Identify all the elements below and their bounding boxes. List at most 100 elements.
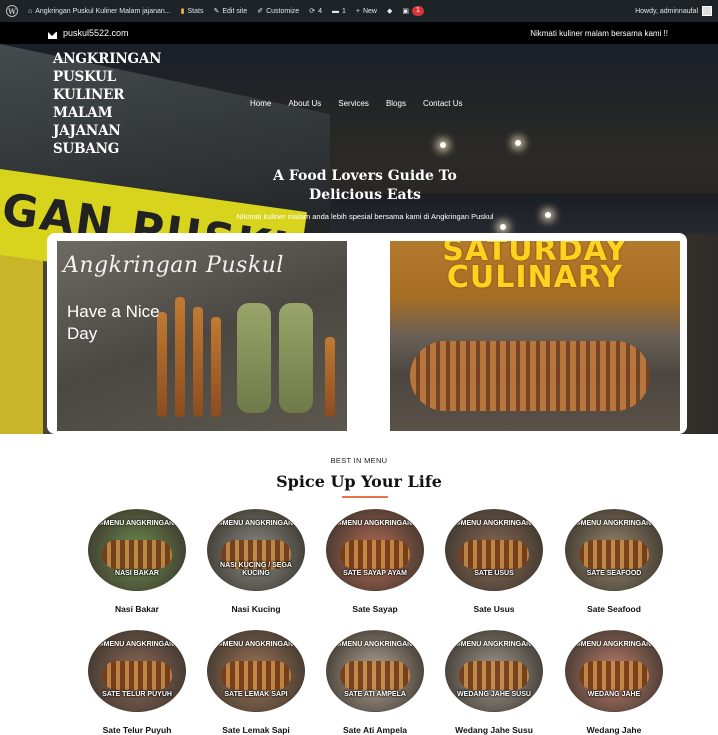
menu-item-caption: SATE TELUR PUYUH — [102, 691, 172, 698]
diamond-icon: ◆ — [386, 8, 393, 15]
main-nav: Home About Us Services Blogs Contact Us — [250, 99, 463, 108]
satay-grill — [410, 341, 650, 411]
nav-contact-us[interactable]: Contact Us — [423, 99, 463, 108]
nasi-bakar-leaf — [279, 303, 313, 413]
menu-item-caption: WEDANG JAHE — [587, 691, 641, 698]
menu-item-tag: #MENU ANGKRINGAN — [99, 641, 175, 648]
menu-item[interactable]: #MENU ANGKRINGAN WEDANG JAHE Wedang Jahe — [554, 630, 674, 735]
promo-script-title: Angkringan Puskul — [63, 253, 284, 278]
top-contact-bar: puskul5522.com Nikmati kuliner malam ber… — [0, 22, 718, 44]
hero-headline: A Food Lovers Guide To Delicious Eats — [273, 168, 457, 203]
menu-item[interactable]: #MENU ANGKRINGAN NASI BAKAR Nasi Bakar — [77, 509, 197, 614]
menu-item-food — [221, 661, 291, 691]
nav-home[interactable]: Home — [250, 99, 271, 108]
menu-item-image: #MENU ANGKRINGAN SATE LEMAK SAPI — [207, 630, 305, 712]
menu-item-label: Wedang Jahe — [586, 725, 642, 735]
menu-item-tag: #MENU ANGKRINGAN — [218, 641, 294, 648]
menu-item-food — [459, 540, 529, 570]
menu-item-image: #MENU ANGKRINGAN NASI BAKAR — [88, 509, 186, 591]
comments-link[interactable]: ▬ 1 — [332, 8, 346, 15]
menu-item-label: Sate Seafood — [587, 604, 641, 614]
envelope-icon — [48, 31, 57, 39]
comment-icon: ▬ — [331, 7, 339, 15]
menu-item-label: Nasi Bakar — [115, 604, 159, 614]
admin-bar: W ⌂ Angkringan Puskul Kuliner Malam jajan… — [0, 0, 718, 22]
menu-item-caption: SATE USUS — [474, 570, 514, 577]
promo-nice-day-text: Have a Nice Day — [67, 302, 160, 343]
menu-item-caption: NASI KUCING / SEGA KUCING — [220, 562, 292, 577]
plus-icon: + — [355, 7, 360, 15]
updates-link[interactable]: ⟳ 4 — [309, 7, 322, 16]
menu-item-label: Sate Ati Ampela — [342, 725, 408, 735]
section-kicker: BEST IN MENU — [330, 456, 388, 465]
menu-item-image: #MENU ANGKRINGAN SATE ATI AMPELA — [326, 630, 424, 712]
nav-about-us[interactable]: About Us — [288, 99, 321, 108]
title-underline — [342, 496, 388, 498]
menu-item-tag: #MENU ANGKRINGAN — [218, 520, 294, 527]
site-brand[interactable]: ANGKRINGAN PUSKUL KULINER MALAM JAJANAN … — [53, 50, 193, 158]
diamond-link[interactable]: ◆ — [387, 7, 392, 15]
menu-item-tag: #MENU ANGKRINGAN — [99, 520, 175, 527]
edit-site-link[interactable]: ✎ Edit site — [213, 7, 247, 16]
site-name-link[interactable]: ⌂ Angkringan Puskul Kuliner Malam jajanan… — [28, 8, 171, 15]
menu-item[interactable]: #MENU ANGKRINGAN WEDANG JAHE SUSU Wedang J… — [434, 630, 554, 735]
menu-item[interactable]: #MENU ANGKRINGAN SATE SEAFOOD Sate Seafood — [554, 509, 674, 614]
updates-icon: ⟳ — [309, 8, 316, 15]
nasi-bakar-leaf — [237, 303, 271, 413]
menu-item[interactable]: #MENU ANGKRINGAN SATE LEMAK SAPI Sate Lema… — [196, 630, 316, 735]
menu-item-label: Wedang Jahe Susu — [455, 725, 533, 735]
promo-image-saturday-culinary: SATURDAY CULINARY — [390, 241, 680, 431]
menu-item-tag: #MENU ANGKRINGAN — [456, 520, 532, 527]
menu-item-image: #MENU ANGKRINGAN NASI KUCING / SEGA KUCIN… — [207, 509, 305, 591]
menu-item-label: Nasi Kucing — [231, 604, 281, 614]
menu-item[interactable]: #MENU ANGKRINGAN SATE SAYAP AYAM Sate Saya… — [315, 509, 435, 614]
menu-item-caption: SATE SEAFOOD — [586, 570, 642, 577]
section-title: Spice Up Your Life — [276, 472, 442, 491]
menu-item-food — [102, 661, 172, 691]
menu-item-food — [459, 661, 529, 691]
menu-item[interactable]: #MENU ANGKRINGAN SATE USUS Sate Usus — [434, 509, 554, 614]
menu-item-food — [579, 540, 649, 570]
hero-subline: Nikmati kuliner malam anda lebih spesial… — [236, 212, 494, 221]
menu-item[interactable]: #MENU ANGKRINGAN SATE ATI AMPELA Sate Ati … — [315, 630, 435, 735]
menu-item-food — [579, 661, 649, 691]
new-content-link[interactable]: + New — [356, 8, 377, 15]
menu-item-tag: #MENU ANGKRINGAN — [576, 520, 652, 527]
street-light — [545, 212, 551, 218]
menu-item-food — [340, 661, 410, 691]
menu-item-caption: WEDANG JAHE SUSU — [457, 691, 531, 698]
menu-item-tag: #MENU ANGKRINGAN — [337, 520, 413, 527]
menu-item-image: #MENU ANGKRINGAN SATE USUS — [445, 509, 543, 591]
menu-item-label: Sate Sayap — [352, 604, 398, 614]
hero-section: GAN PUSKUL ANGKRINGAN PUSKUL KULINER MAL… — [0, 44, 718, 434]
stats-icon: ▮ — [180, 8, 185, 15]
promo-image-have-a-nice-day: Angkringan Puskul Have a Nice Day — [57, 241, 347, 431]
stats-link[interactable]: ▮ Stats — [180, 7, 204, 16]
nav-blogs[interactable]: Blogs — [386, 99, 406, 108]
saturday-culinary-title: SATURDAY CULINARY — [442, 241, 628, 295]
menu-item-caption: SATE ATI AMPELA — [344, 691, 406, 698]
nav-services[interactable]: Services — [338, 99, 369, 108]
promo-panel: Angkringan Puskul Have a Nice Day SATURD… — [47, 233, 687, 434]
menu-item-caption: NASI BAKAR — [115, 570, 159, 577]
menu-item-label: Sate Lemak Sapi — [222, 725, 290, 735]
notifications-link[interactable]: ▣ 1 — [402, 6, 424, 16]
best-menu-section: BEST IN MENU Spice Up Your Life #MENU AN… — [0, 434, 718, 735]
home-icon: ⌂ — [28, 7, 33, 15]
menu-item-label: Sate Usus — [473, 604, 515, 614]
wordpress-logo-icon[interactable]: W — [6, 5, 18, 17]
menu-item-caption: SATE LEMAK SAPI — [224, 691, 288, 698]
menu-item-food — [102, 540, 172, 570]
menu-item[interactable]: #MENU ANGKRINGAN NASI KUCING / SEGA KUCIN… — [196, 509, 316, 614]
notification-icon: ▣ — [402, 8, 409, 15]
account-menu[interactable]: Howdy, adminnaufal — [635, 6, 712, 16]
menu-item-caption: SATE SAYAP AYAM — [343, 570, 407, 577]
customize-link[interactable]: ✐ Customize — [257, 7, 299, 16]
menu-item-image: #MENU ANGKRINGAN SATE TELUR PUYUH — [88, 630, 186, 712]
menu-item[interactable]: #MENU ANGKRINGAN SATE TELUR PUYUH Sate Tel… — [77, 630, 197, 735]
email-contact[interactable]: puskul5522.com — [48, 28, 129, 39]
pencil-icon: ✎ — [213, 8, 220, 15]
top-tagline: Nikmati kuliner malam bersama kami !! — [530, 28, 668, 38]
brush-icon: ✐ — [257, 8, 264, 15]
menu-item-label: Sate Telur Puyuh — [102, 725, 172, 735]
